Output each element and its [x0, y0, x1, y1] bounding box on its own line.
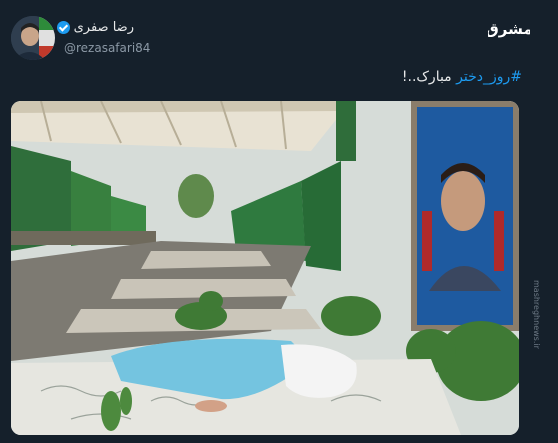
hashtag-link[interactable]: #روز_دختر	[456, 69, 522, 85]
tweet-text: #روز_دختر مبارک..!	[402, 69, 522, 85]
avatar[interactable]	[11, 16, 55, 60]
tweet-header: رضا صفری @rezasafari84 مشرق	[0, 0, 558, 66]
photo-watermark: mashreghnews.ir	[532, 280, 541, 349]
svg-text:مشرق: مشرق	[488, 20, 530, 38]
avatar-image	[11, 16, 55, 60]
side-watermark	[526, 70, 538, 150]
tweet-photo[interactable]	[11, 101, 519, 435]
user-name-row[interactable]: رضا صفری	[56, 20, 134, 35]
photo-image	[11, 101, 519, 435]
tweet-body: مبارک..!	[401, 69, 457, 85]
verified-badge-icon	[56, 21, 70, 34]
mashregh-logo: مشرق	[488, 20, 530, 38]
user-handle[interactable]: @rezasafari84	[64, 41, 150, 55]
display-name[interactable]: رضا صفری	[74, 20, 134, 35]
